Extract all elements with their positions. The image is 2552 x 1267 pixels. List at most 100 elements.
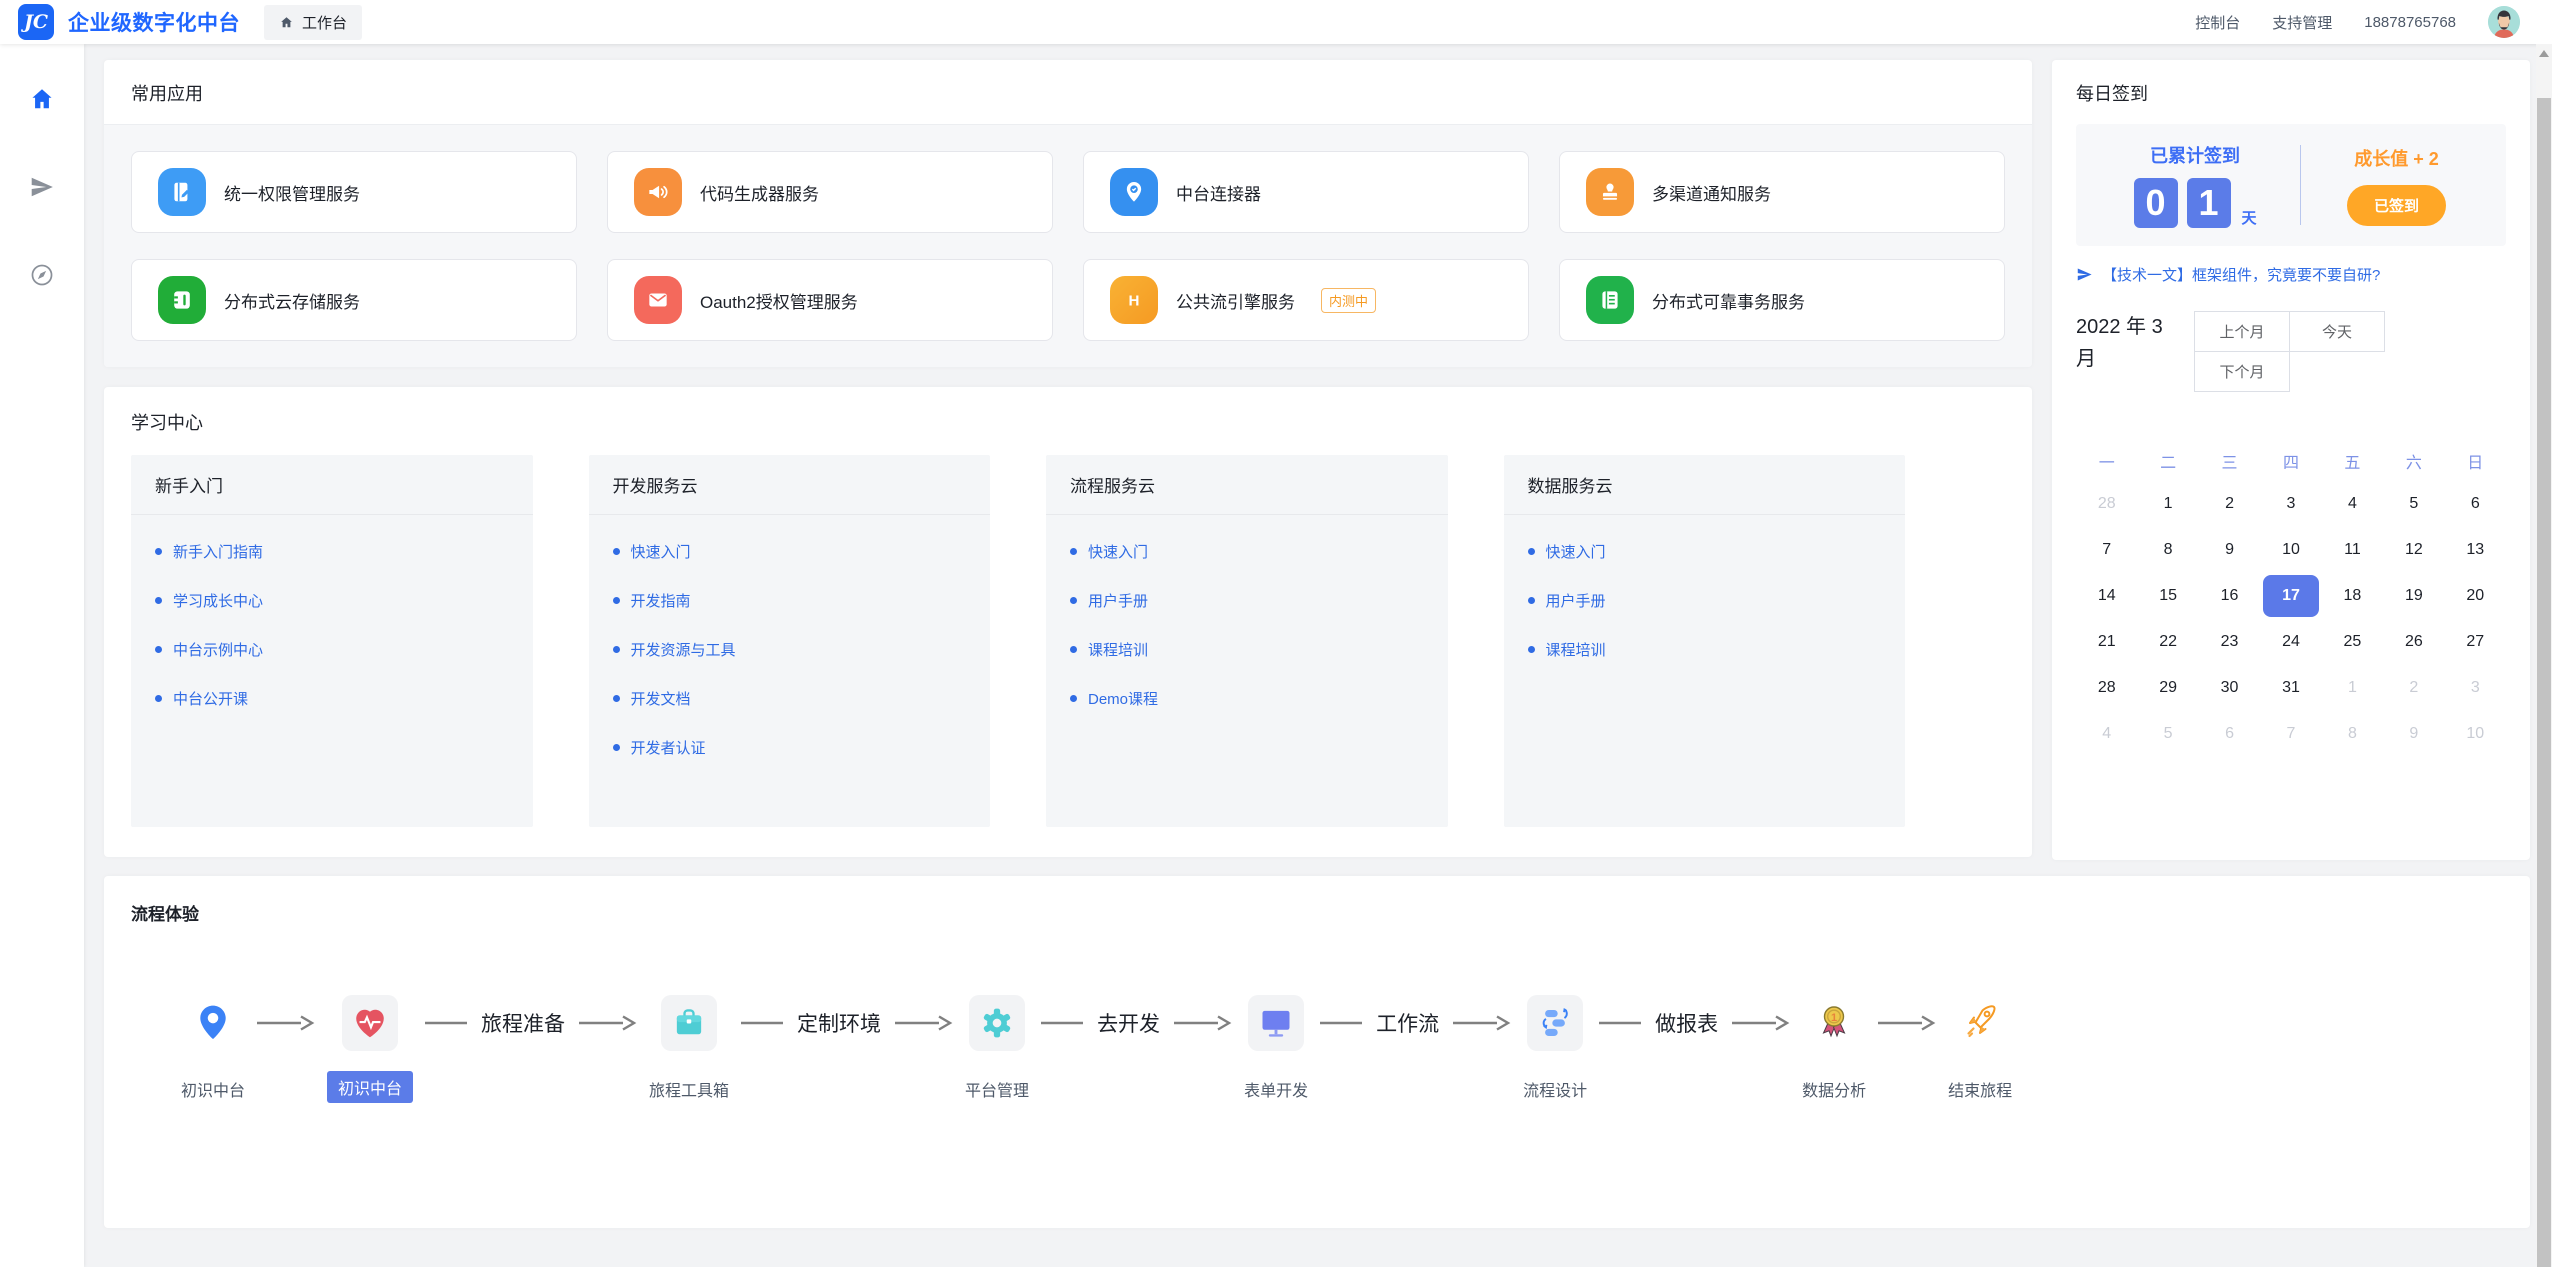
calendar-day[interactable]: 29: [2137, 665, 2198, 711]
calendar-day[interactable]: 17: [2260, 573, 2321, 619]
learning-link[interactable]: 快速入门: [1070, 527, 1424, 576]
app-card-flow-engine[interactable]: H 公共流引擎服务 内测中: [1083, 259, 1529, 341]
scrollbar-thumb[interactable]: [2537, 98, 2551, 1267]
calendar-day[interactable]: 5: [2137, 711, 2198, 757]
calendar-day[interactable]: 7: [2260, 711, 2321, 757]
calendar-day[interactable]: 18: [2322, 573, 2383, 619]
app-card-notify[interactable]: 多渠道通知服务: [1559, 151, 2005, 233]
calendar-day[interactable]: 1: [2322, 665, 2383, 711]
app-card-codegen[interactable]: 代码生成器服务: [607, 151, 1053, 233]
learning-link[interactable]: 用户手册: [1070, 576, 1424, 625]
calendar-day[interactable]: 8: [2322, 711, 2383, 757]
calendar-day[interactable]: 3: [2445, 665, 2506, 711]
letter-h-icon: H: [1110, 276, 1158, 324]
app-logo[interactable]: JC: [18, 4, 54, 40]
calendar-day[interactable]: 9: [2199, 527, 2260, 573]
calendar-day[interactable]: 27: [2445, 619, 2506, 665]
app-card-oauth[interactable]: Oauth2授权管理服务: [607, 259, 1053, 341]
calendar-day[interactable]: 22: [2137, 619, 2198, 665]
calendar-day[interactable]: 20: [2445, 573, 2506, 619]
learning-link[interactable]: 课程培训: [1528, 625, 1882, 674]
calendar-day[interactable]: 11: [2322, 527, 2383, 573]
calendar-day[interactable]: 10: [2260, 527, 2321, 573]
nav-support[interactable]: 支持管理: [2272, 12, 2332, 33]
learning-link[interactable]: 快速入门: [1528, 527, 1882, 576]
learning-link[interactable]: 学习成长中心: [155, 576, 509, 625]
learning-link[interactable]: 开发指南: [613, 576, 967, 625]
calendar-day[interactable]: 24: [2260, 619, 2321, 665]
signed-in-button[interactable]: 已签到: [2347, 185, 2446, 226]
learning-link[interactable]: Demo课程: [1070, 674, 1424, 723]
calendar-day[interactable]: 26: [2383, 619, 2444, 665]
learning-link[interactable]: 用户手册: [1528, 576, 1882, 625]
calendar-day[interactable]: 16: [2199, 573, 2260, 619]
today-button[interactable]: 今天: [2289, 311, 2385, 352]
calendar-day[interactable]: 3: [2260, 481, 2321, 527]
calendar-day[interactable]: 25: [2322, 619, 2383, 665]
next-month-button[interactable]: 下个月: [2194, 351, 2290, 392]
app-label: Oauth2授权管理服务: [700, 288, 858, 313]
calendar-day[interactable]: 19: [2383, 573, 2444, 619]
calendar-day[interactable]: 28: [2076, 665, 2137, 711]
calendar-day[interactable]: 2: [2383, 665, 2444, 711]
calendar-day[interactable]: 1: [2137, 481, 2198, 527]
flow-node-process-design[interactable]: 流程设计: [1523, 995, 1587, 1101]
checkin-digit: 1: [2187, 178, 2231, 228]
flow-node-data-analysis[interactable]: 1 数据分析: [1802, 995, 1866, 1101]
calendar-day[interactable]: 12: [2383, 527, 2444, 573]
calendar-day[interactable]: 30: [2199, 665, 2260, 711]
vertical-scrollbar[interactable]: [2536, 44, 2552, 1267]
flow-node-finish[interactable]: 结束旅程: [1948, 995, 2012, 1101]
learning-link[interactable]: 开发资源与工具: [613, 625, 967, 674]
calendar-day[interactable]: 28: [2076, 481, 2137, 527]
calendar-day[interactable]: 15: [2137, 573, 2198, 619]
calendar-day[interactable]: 2: [2199, 481, 2260, 527]
app-card-connector[interactable]: 中台连接器: [1083, 151, 1529, 233]
paper-plane-icon[interactable]: [29, 174, 55, 200]
flow-node-intro[interactable]: 初识中台: [327, 995, 413, 1103]
app-card-permission[interactable]: 统一权限管理服务: [131, 151, 577, 233]
main-content: 常用应用 统一权限管理服务 代码生成器服务: [84, 44, 2552, 1267]
accumulated-label: 已累计签到: [2150, 142, 2240, 168]
app-card-transaction[interactable]: 分布式可靠事务服务: [1559, 259, 2005, 341]
flow-node-toolbox[interactable]: 旅程工具箱: [649, 995, 729, 1101]
prev-month-button[interactable]: 上个月: [2194, 311, 2290, 352]
home-icon[interactable]: [29, 86, 55, 112]
compass-icon[interactable]: [29, 262, 55, 288]
learning-link[interactable]: 开发者认证: [613, 723, 967, 772]
beta-badge: 内测中: [1321, 288, 1376, 313]
calendar-day[interactable]: 31: [2260, 665, 2321, 711]
learning-link[interactable]: 中台示例中心: [155, 625, 509, 674]
app-card-storage[interactable]: 分布式云存储服务: [131, 259, 577, 341]
learning-column-process-cloud: 流程服务云 快速入门用户手册课程培训Demo课程: [1046, 455, 1448, 827]
calendar-day[interactable]: 6: [2199, 711, 2260, 757]
calendar-day[interactable]: 14: [2076, 573, 2137, 619]
scroll-up-arrow-icon[interactable]: [2539, 50, 2549, 57]
flow-node-platform[interactable]: 平台管理: [965, 995, 1029, 1101]
learning-link[interactable]: 新手入门指南: [155, 527, 509, 576]
learning-link[interactable]: 快速入门: [613, 527, 967, 576]
calendar-day[interactable]: 9: [2383, 711, 2444, 757]
flow-node-form-dev[interactable]: 表单开发: [1244, 995, 1308, 1101]
avatar[interactable]: [2488, 6, 2520, 38]
arrow-right-icon: [895, 1015, 953, 1031]
calendar-day[interactable]: 6: [2445, 481, 2506, 527]
calendar-day[interactable]: 4: [2322, 481, 2383, 527]
calendar-day[interactable]: 4: [2076, 711, 2137, 757]
tab-workbench[interactable]: 工作台: [264, 5, 362, 40]
learning-link[interactable]: 课程培训: [1070, 625, 1424, 674]
calendar-day[interactable]: 10: [2445, 711, 2506, 757]
calendar-day[interactable]: 5: [2383, 481, 2444, 527]
nav-console[interactable]: 控制台: [2195, 12, 2240, 33]
calendar-day[interactable]: 8: [2137, 527, 2198, 573]
calendar-day[interactable]: 7: [2076, 527, 2137, 573]
learning-link[interactable]: 中台公开课: [155, 674, 509, 723]
learning-link[interactable]: 开发文档: [613, 674, 967, 723]
flow-node-start[interactable]: 初识中台: [181, 995, 245, 1101]
calendar-day[interactable]: 13: [2445, 527, 2506, 573]
calendar-day[interactable]: 23: [2199, 619, 2260, 665]
tech-article-link[interactable]: 【技术一文】框架组件，究竟要不要自研?: [2076, 264, 2506, 285]
calendar: 2022 年 3 月 上个月 今天 下个月 一 二 三 四: [2076, 311, 2506, 757]
learning-center-title: 学习中心: [131, 409, 2005, 435]
calendar-day[interactable]: 21: [2076, 619, 2137, 665]
